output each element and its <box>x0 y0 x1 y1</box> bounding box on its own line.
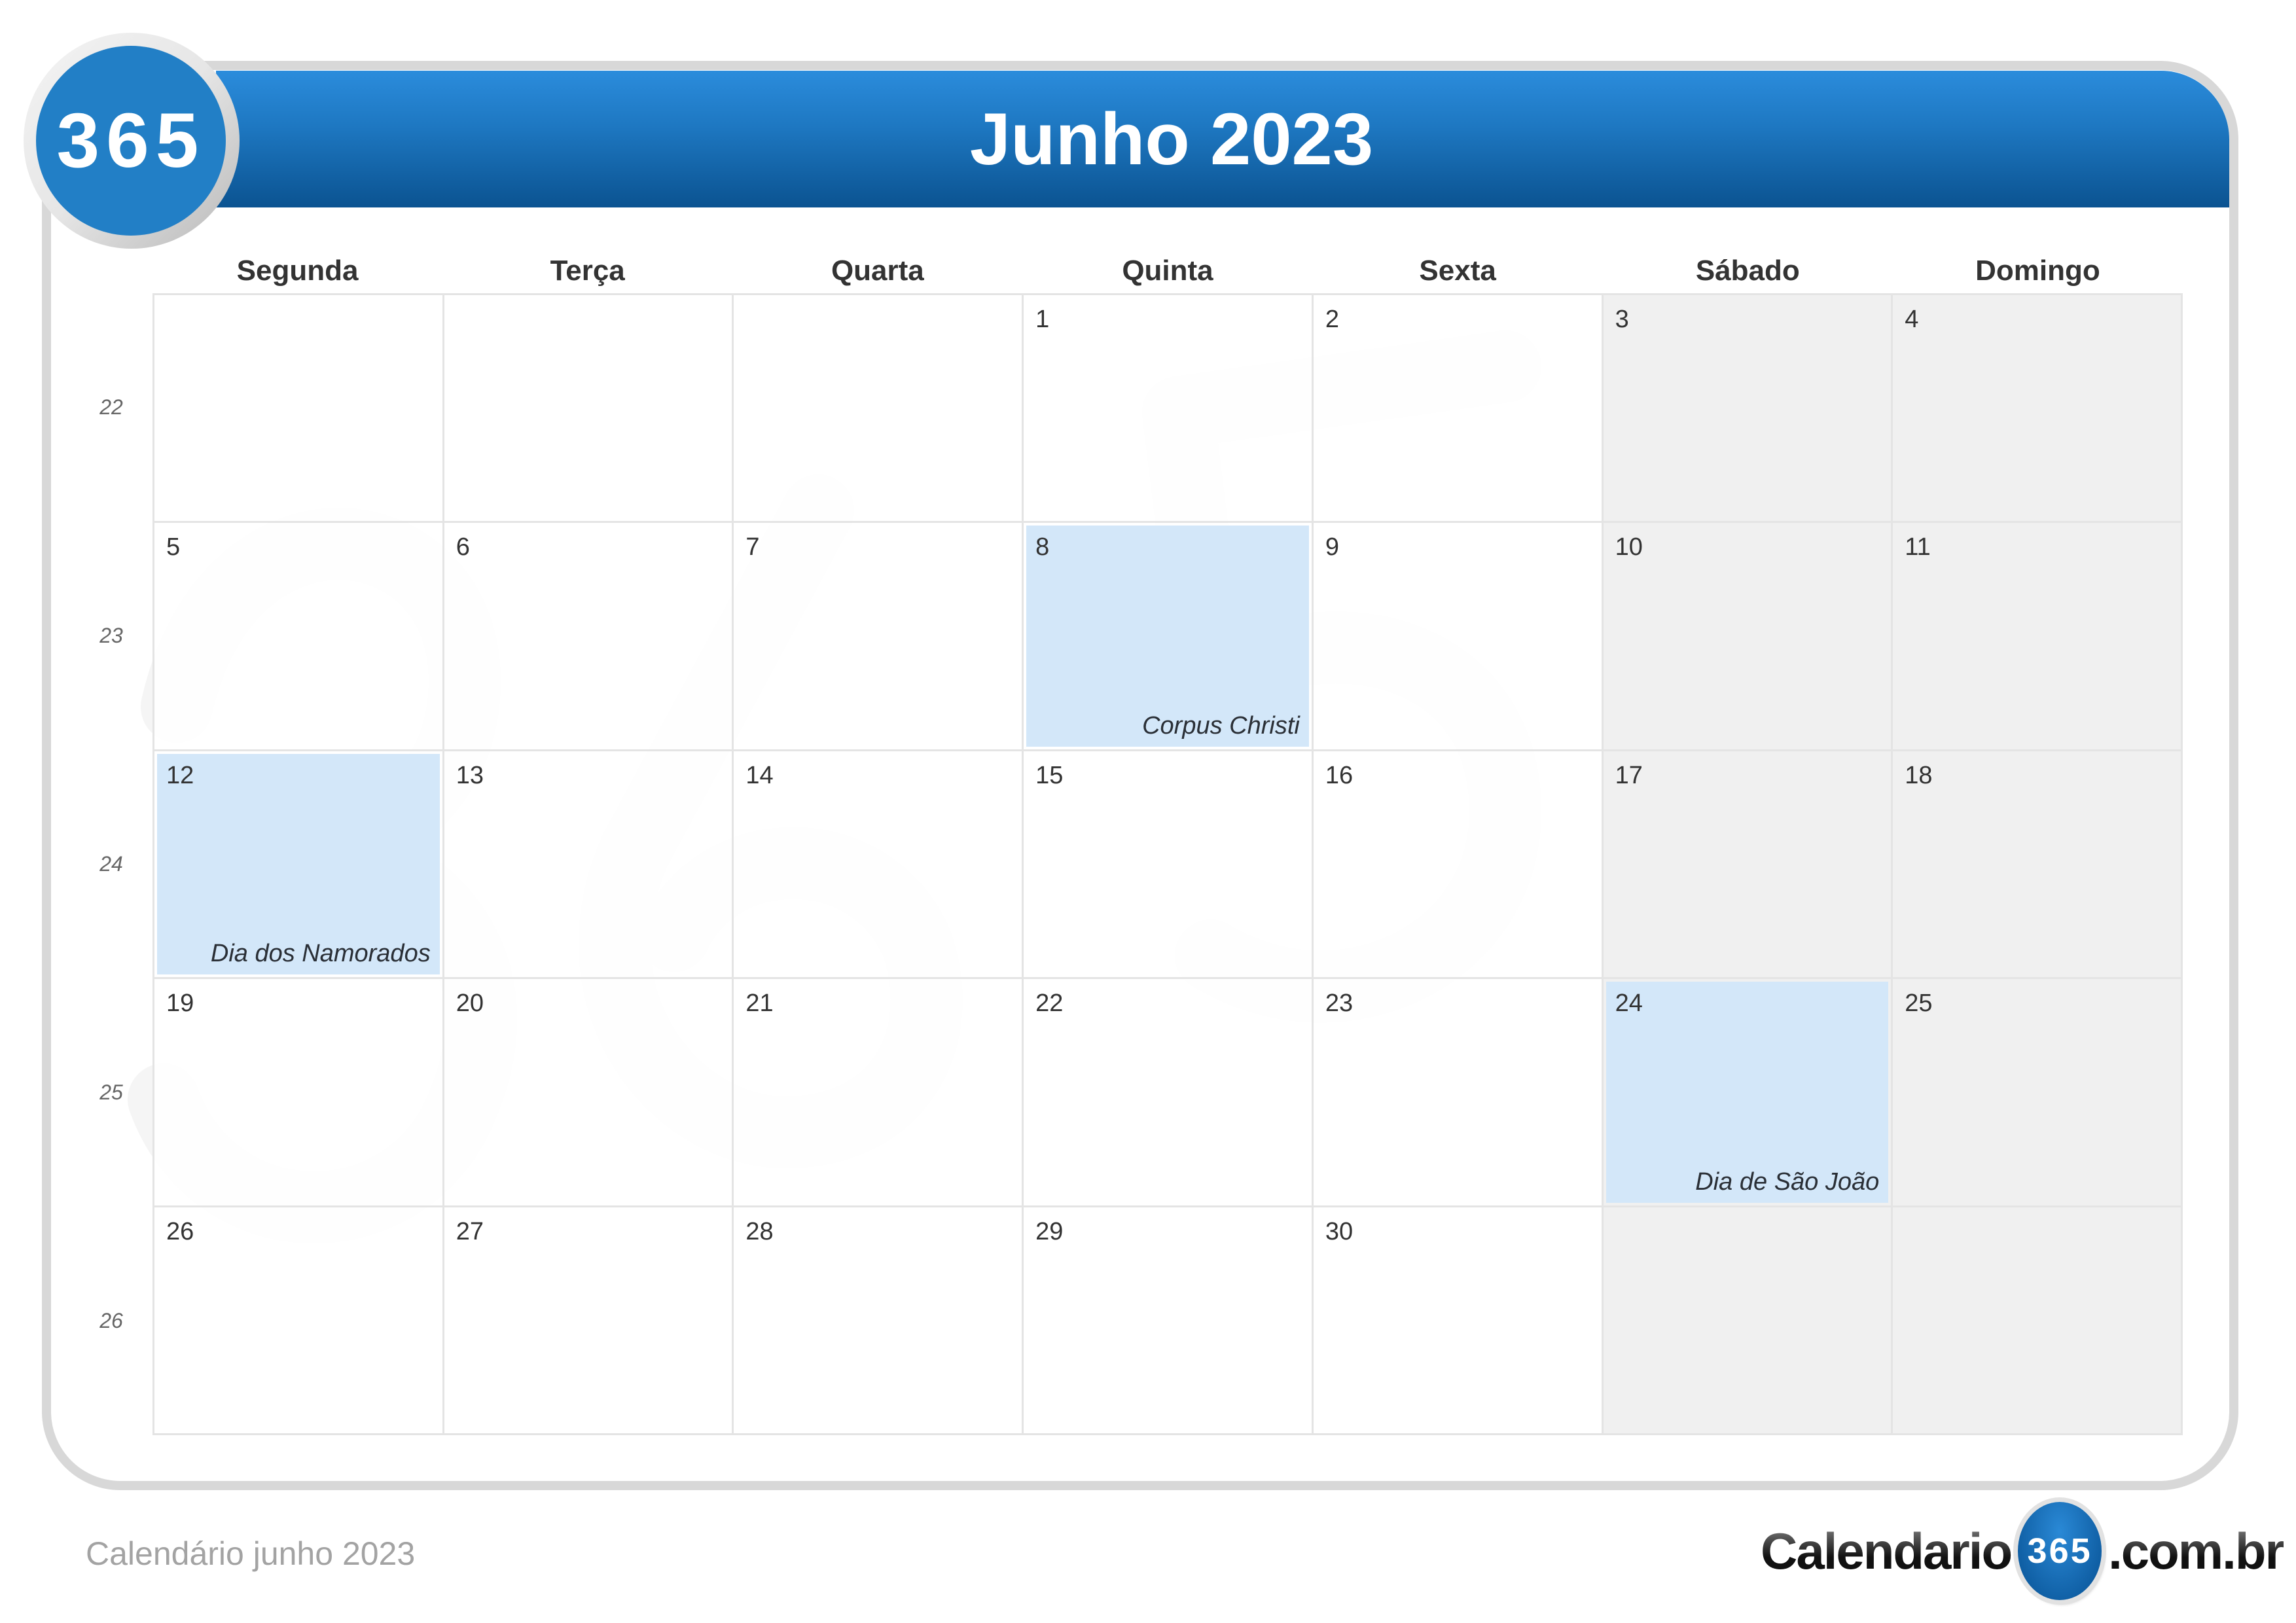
day-number: 12 <box>166 761 194 789</box>
day-number: 15 <box>1035 761 1064 789</box>
day-cell[interactable]: 24 Dia de São João <box>1603 979 1893 1207</box>
day-number: 21 <box>745 990 774 1018</box>
day-cell[interactable]: 20 <box>444 979 734 1207</box>
day-number: 4 <box>1905 306 1919 333</box>
day-number: 18 <box>1905 761 1933 789</box>
holiday-label: Dia de São João <box>1695 1168 1880 1196</box>
logo-badge: 365 <box>36 46 226 236</box>
logo-text-suffix: .com.br <box>2108 1522 2285 1580</box>
week-number: 25 <box>99 1080 123 1104</box>
day-number: 7 <box>745 533 760 562</box>
day-number: 23 <box>1325 990 1354 1018</box>
site-logo[interactable]: Calendario 365 .com.br <box>1761 1499 2285 1603</box>
day-cell[interactable]: 2 <box>1313 295 1604 524</box>
day-number: 11 <box>1905 533 1931 562</box>
empty-day-cell <box>1603 1207 1893 1435</box>
day-cell[interactable]: 3 <box>1603 295 1893 524</box>
day-number: 16 <box>1325 761 1354 789</box>
day-cell[interactable]: 11 <box>1893 523 2183 751</box>
page-title: Junho 2023 <box>969 98 1374 180</box>
day-number: 29 <box>1035 1217 1064 1245</box>
day-cell[interactable]: 6 <box>444 523 734 751</box>
day-cell[interactable]: 21 <box>734 979 1024 1207</box>
day-number: 22 <box>1035 990 1064 1018</box>
day-cell[interactable]: 28 <box>734 1207 1024 1435</box>
day-cell[interactable]: 4 <box>1893 295 2183 524</box>
day-number: 19 <box>166 990 194 1018</box>
day-cell[interactable]: 17 <box>1603 751 1893 980</box>
day-cell[interactable]: 5 <box>154 523 444 751</box>
day-number: 5 <box>166 533 181 562</box>
holiday-label: Dia dos Namorados <box>210 940 431 968</box>
week-number: 22 <box>99 395 123 419</box>
empty-day-cell <box>734 295 1024 524</box>
day-cell[interactable]: 22 <box>1024 979 1314 1207</box>
day-cell[interactable]: 10 <box>1603 523 1893 751</box>
week-number: 24 <box>99 852 123 876</box>
day-cell[interactable]: 19 <box>154 979 444 1207</box>
weekday-header-row: Segunda Terça Quarta Quinta Sexta Sábado… <box>152 249 2183 293</box>
week-number: 26 <box>99 1309 123 1332</box>
weekday-label: Sábado <box>1695 255 1800 287</box>
weekday-label: Terça <box>550 255 625 287</box>
day-number: 24 <box>1615 990 1643 1018</box>
day-number: 30 <box>1325 1217 1354 1245</box>
day-cell[interactable]: 27 <box>444 1207 734 1435</box>
weekday-label: Quarta <box>831 255 924 287</box>
day-number: 13 <box>456 761 484 789</box>
day-number: 28 <box>745 1217 774 1245</box>
day-cell[interactable]: 7 <box>734 523 1024 751</box>
day-cell[interactable]: 8 Corpus Christi <box>1024 523 1314 751</box>
day-number: 10 <box>1615 533 1643 562</box>
day-cell[interactable]: 9 <box>1313 523 1604 751</box>
day-number: 6 <box>456 533 470 562</box>
day-number: 1 <box>1035 306 1050 333</box>
day-number: 3 <box>1615 306 1629 333</box>
day-cell[interactable]: 23 <box>1313 979 1604 1207</box>
calendar-grid: 1 2 3 4 5 6 7 8 Corpus Christi 9 10 11 12 Dia dos Nam… <box>152 293 2183 1435</box>
day-cell[interactable]: 30 <box>1313 1207 1604 1435</box>
footer-caption: Calendário junho 2023 <box>86 1535 416 1572</box>
week-number-column: 22 23 24 25 26 <box>72 293 151 1435</box>
day-number: 27 <box>456 1217 484 1245</box>
day-cell[interactable]: 15 <box>1024 751 1314 980</box>
weekday-label: Segunda <box>236 255 359 287</box>
day-number: 25 <box>1905 990 1933 1018</box>
logo-text-prefix: Calendario <box>1761 1522 2013 1580</box>
day-number: 2 <box>1325 306 1339 333</box>
empty-day-cell <box>1893 1207 2183 1435</box>
day-number: 20 <box>456 990 484 1018</box>
weekday-label: Domingo <box>1975 255 2100 287</box>
day-number: 9 <box>1325 533 1339 562</box>
holiday-label: Corpus Christi <box>1142 711 1300 740</box>
day-number: 17 <box>1615 761 1643 789</box>
logo-365-badge: 365 <box>2018 1502 2102 1600</box>
day-number: 26 <box>166 1217 194 1245</box>
empty-day-cell <box>154 295 444 524</box>
day-cell[interactable]: 12 Dia dos Namorados <box>154 751 444 980</box>
day-cell[interactable]: 18 <box>1893 751 2183 980</box>
day-number: 14 <box>745 761 774 789</box>
day-cell[interactable]: 29 <box>1024 1207 1314 1435</box>
day-cell[interactable]: 1 <box>1024 295 1314 524</box>
day-cell[interactable]: 14 <box>734 751 1024 980</box>
day-cell[interactable]: 13 <box>444 751 734 980</box>
weekday-label: Sexta <box>1419 255 1496 287</box>
day-number: 8 <box>1035 533 1050 562</box>
day-cell[interactable]: 16 <box>1313 751 1604 980</box>
week-number: 23 <box>99 624 123 647</box>
day-cell[interactable]: 25 <box>1893 979 2183 1207</box>
empty-day-cell <box>444 295 734 524</box>
day-cell[interactable]: 26 <box>154 1207 444 1435</box>
weekday-label: Quinta <box>1122 255 1213 287</box>
